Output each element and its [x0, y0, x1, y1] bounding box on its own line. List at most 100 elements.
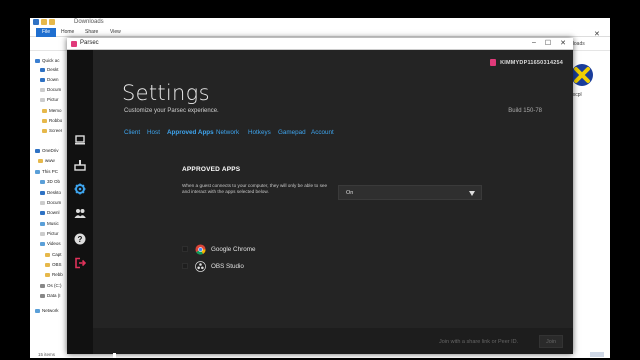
folder-icon — [40, 200, 45, 205]
app-name: OBS Studio — [211, 263, 244, 270]
folder-icon — [40, 77, 45, 82]
nav-item[interactable]: Memo — [42, 108, 62, 116]
nav-item[interactable]: www — [38, 158, 55, 166]
ribbon-home-tab[interactable]: Home — [61, 28, 74, 37]
folder-icon — [40, 210, 45, 215]
folder-icon — [35, 148, 40, 153]
tab-hotkeys[interactable]: Hotkeys — [248, 129, 271, 136]
app-checkbox[interactable] — [182, 246, 188, 252]
minimize-button[interactable]: – — [527, 39, 541, 46]
nav-item[interactable]: Rebb — [45, 272, 63, 280]
close-button[interactable]: ✕ — [556, 39, 570, 47]
nav-item[interactable]: Down — [40, 77, 59, 85]
join-input[interactable]: Join with a share link or Peer ID. — [439, 339, 518, 345]
folder-icon — [45, 262, 50, 267]
view-toggle[interactable] — [590, 352, 604, 357]
nav-item[interactable]: Deskto — [40, 190, 61, 198]
folder-icon — [35, 308, 40, 313]
app-checkbox[interactable] — [182, 263, 188, 269]
explorer-title: Downloads — [74, 19, 104, 25]
ribbon-share-tab[interactable]: Share — [85, 28, 98, 37]
nav-item[interactable]: Quick ac — [35, 58, 60, 66]
tab-account[interactable]: Account — [311, 129, 334, 136]
tab-gamepad[interactable]: Gamepad — [278, 129, 306, 136]
letterbox-top — [0, 0, 640, 18]
folder-icon — [40, 283, 45, 288]
folder-icon — [40, 221, 45, 226]
parsec-user-logo-icon — [490, 59, 497, 66]
folder-icon — [42, 108, 47, 113]
settings-gear-icon[interactable] — [74, 183, 86, 195]
nav-item-label: Deskto — [47, 190, 62, 195]
window-title: Parsec — [80, 40, 99, 46]
nav-item[interactable]: Network — [35, 308, 59, 316]
approved-apps-select[interactable]: On — [338, 185, 482, 200]
nav-item-label: Deskt — [47, 67, 59, 72]
friends-icon[interactable] — [74, 207, 86, 219]
folder-icon — [40, 179, 45, 184]
nav-item-label: Memo — [49, 108, 62, 113]
folder-icon — [42, 128, 47, 133]
ribbon-view-tab[interactable]: View — [110, 28, 121, 37]
nav-item-label: This PC — [42, 169, 59, 174]
username: KIMMYDP11650314254 — [500, 59, 563, 66]
arcade-icon[interactable] — [74, 159, 86, 171]
nav-item[interactable]: 3D Ob — [40, 179, 60, 187]
explorer-close-button[interactable]: ✕ — [594, 30, 600, 38]
nav-item[interactable]: Docum — [40, 200, 61, 208]
app-name: Google Chrome — [211, 246, 256, 253]
build-number: Build 150-78 — [508, 108, 542, 114]
folder-icon — [38, 158, 43, 163]
parsec-logo-icon — [71, 41, 77, 47]
nav-item-label: Downl — [47, 210, 60, 215]
computers-icon[interactable] — [74, 134, 86, 146]
nav-item-label: Quick ac — [42, 58, 60, 63]
app-row-chrome[interactable]: Google Chrome — [182, 244, 302, 256]
section-title: APPROVED APPS — [182, 166, 241, 173]
down-arrow-icon[interactable] — [33, 19, 39, 25]
nav-item[interactable]: Os (C:) — [40, 283, 62, 291]
item-count: 15 items — [38, 352, 56, 357]
maximize-button[interactable]: ☐ — [541, 39, 555, 47]
nav-item[interactable]: Music — [40, 221, 59, 229]
explorer-nav-pane: Quick ac Deskt Down Docum Pictur Memo Robbo Scr… — [30, 51, 68, 356]
quick-access-toolbar[interactable] — [33, 19, 69, 27]
nav-item-label: OneDriv — [42, 148, 59, 153]
nav-item[interactable]: Pictur — [40, 231, 59, 239]
nav-item-label: Music — [47, 221, 59, 226]
ribbon-file-tab[interactable]: File — [36, 28, 56, 37]
folder-icon — [40, 87, 45, 92]
nav-item[interactable]: OBS — [45, 262, 62, 270]
dxcpl-desktop-icon[interactable] — [571, 64, 593, 86]
nav-item[interactable]: Data (I — [40, 293, 61, 301]
nav-item[interactable]: Robbo — [42, 118, 62, 126]
nav-item[interactable]: Screer — [42, 128, 62, 136]
parsec-sidebar: ? — [67, 50, 93, 354]
tab-approved-apps[interactable]: Approved Apps — [167, 129, 214, 136]
nav-item-label: Data (I — [47, 293, 61, 298]
tab-client[interactable]: Client — [124, 129, 140, 136]
app-row-obs[interactable]: OBS Studio — [182, 261, 302, 273]
join-button[interactable]: Join — [539, 335, 563, 348]
folder-icon — [45, 272, 50, 277]
nav-item[interactable]: This PC — [35, 169, 58, 177]
nav-item[interactable]: OneDriv — [35, 148, 59, 156]
nav-item[interactable]: Docum — [40, 87, 61, 95]
folder-icon — [40, 97, 45, 102]
caret-down-icon — [469, 191, 475, 196]
user-badge[interactable]: KIMMYDP11650314254 — [490, 59, 563, 66]
folder-icon[interactable] — [49, 19, 55, 25]
folder-icon — [35, 169, 40, 174]
logout-icon[interactable] — [74, 257, 86, 269]
nav-item[interactable]: Videos — [40, 241, 61, 249]
nav-item[interactable]: Deskt — [40, 67, 59, 75]
tab-network[interactable]: Network — [216, 129, 239, 136]
page-subtitle: Customize your Parsec experience. — [124, 108, 219, 114]
help-icon[interactable]: ? — [74, 233, 86, 245]
nav-item-label: Videos — [47, 241, 61, 246]
tab-host[interactable]: Host — [147, 129, 160, 136]
folder-icon[interactable] — [41, 19, 47, 25]
nav-item[interactable]: Downl — [40, 210, 60, 218]
nav-item[interactable]: Capt — [45, 252, 62, 260]
nav-item[interactable]: Pictur — [40, 97, 59, 105]
